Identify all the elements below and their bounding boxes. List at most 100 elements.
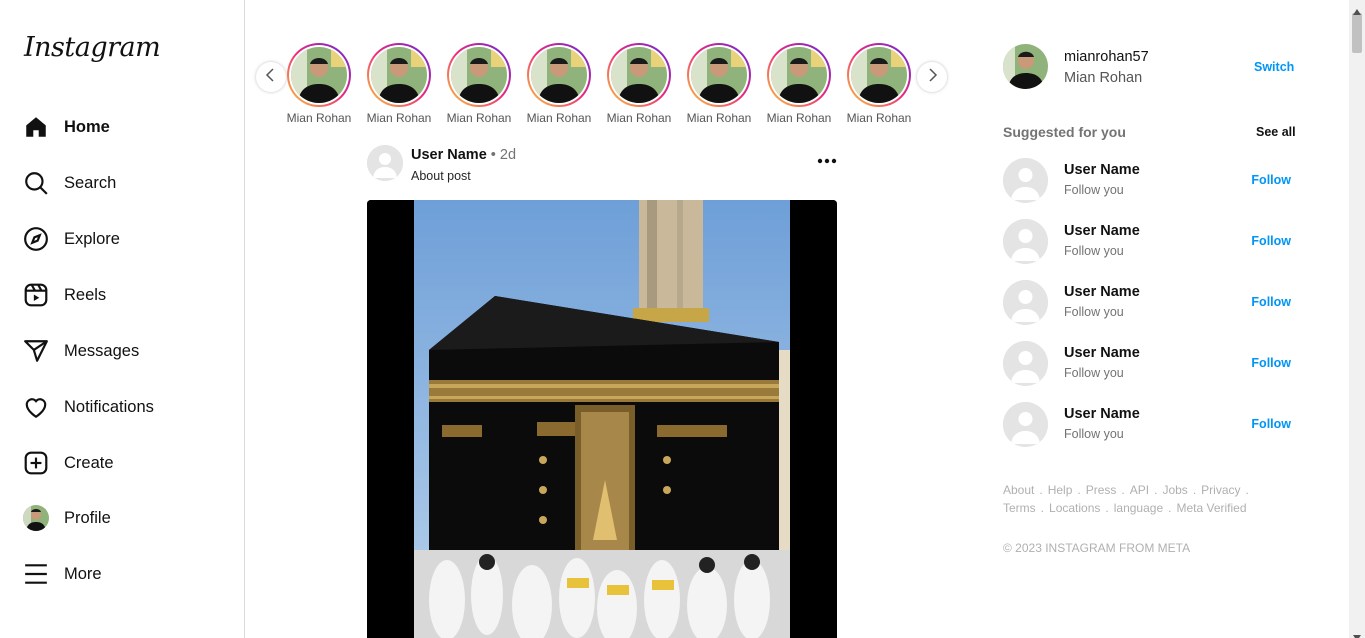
instagram-logo[interactable]: Instagram	[24, 32, 161, 63]
story-avatar	[851, 47, 907, 103]
story-avatar	[371, 47, 427, 103]
home-icon	[22, 113, 50, 141]
page-scrollbar[interactable]	[1349, 0, 1365, 638]
footer-separator: .	[1077, 483, 1081, 497]
story-username: Mian Rohan	[606, 111, 672, 125]
suggestion-subtitle: Follow you	[1064, 183, 1124, 197]
sidebar-item-create[interactable]: Create	[22, 443, 114, 483]
more-horizontal-icon	[817, 158, 837, 175]
story-item[interactable]: Mian Rohan	[686, 43, 752, 125]
follow-button[interactable]: Follow	[1251, 417, 1291, 431]
story-item[interactable]: Mian Rohan	[766, 43, 832, 125]
footer-separator: .	[1039, 483, 1043, 497]
sidebar-item-notifications[interactable]: Notifications	[22, 387, 154, 427]
sidebar-item-label: Reels	[64, 285, 107, 304]
suggestion-avatar[interactable]	[1003, 158, 1048, 203]
stories-next-button[interactable]	[917, 62, 947, 92]
suggestion-username[interactable]: User Name	[1064, 223, 1140, 239]
suggestion-avatar[interactable]	[1003, 219, 1048, 264]
story-username: Mian Rohan	[446, 111, 512, 125]
suggestion-username[interactable]: User Name	[1064, 345, 1140, 361]
footer-link[interactable]: language	[1114, 501, 1163, 515]
story-username: Mian Rohan	[686, 111, 752, 125]
current-user-avatar[interactable]	[1003, 44, 1048, 89]
story-avatar	[531, 47, 587, 103]
story-avatar	[611, 47, 667, 103]
sidebar-item-label: Create	[64, 453, 114, 472]
heart-icon	[22, 393, 50, 421]
story-item[interactable]: Mian Rohan	[526, 43, 592, 125]
footer-separator: .	[1154, 483, 1158, 497]
see-all-button[interactable]: See all	[1256, 125, 1296, 139]
post-time: • 2d	[486, 147, 517, 163]
footer-link[interactable]: Help	[1048, 483, 1073, 497]
story-item[interactable]: Mian Rohan	[846, 43, 912, 125]
story-item[interactable]: Mian Rohan	[286, 43, 352, 125]
footer-link[interactable]: Meta Verified	[1176, 501, 1246, 515]
suggestion-username[interactable]: User Name	[1064, 284, 1140, 300]
story-ring	[447, 43, 511, 107]
story-username: Mian Rohan	[286, 111, 352, 125]
footer-link[interactable]: Privacy	[1201, 483, 1240, 497]
post-username-row[interactable]: User Name • 2d	[411, 147, 516, 163]
current-user-username[interactable]: mianrohan57	[1064, 49, 1149, 65]
follow-button[interactable]: Follow	[1251, 234, 1291, 248]
suggestion-item: User Name Follow you Follow	[1003, 158, 1295, 204]
footer-link[interactable]: Terms	[1003, 501, 1036, 515]
post-image[interactable]	[367, 200, 837, 638]
follow-button[interactable]: Follow	[1251, 356, 1291, 370]
sidebar-item-label: Messages	[64, 341, 140, 360]
sidebar-item-profile[interactable]: Profile	[22, 498, 111, 538]
suggestion-avatar[interactable]	[1003, 280, 1048, 325]
more-options-button[interactable]	[817, 151, 837, 171]
sidebar-item-search[interactable]: Search	[22, 163, 116, 203]
follow-button[interactable]: Follow	[1251, 173, 1291, 187]
story-avatar	[291, 47, 347, 103]
sidebar-item-explore[interactable]: Explore	[22, 219, 120, 259]
story-item[interactable]: Mian Rohan	[366, 43, 432, 125]
sidebar-item-messages[interactable]: Messages	[22, 331, 139, 371]
chevron-right-icon	[926, 67, 938, 87]
footer-link[interactable]: API	[1130, 483, 1149, 497]
story-item[interactable]: Mian Rohan	[446, 43, 512, 125]
post-username[interactable]: User Name	[411, 147, 487, 163]
switch-account-button[interactable]: Switch	[1254, 60, 1294, 74]
story-ring	[607, 43, 671, 107]
sidebar-item-more[interactable]: More	[22, 554, 102, 594]
footer-link[interactable]: Jobs	[1162, 483, 1187, 497]
suggestion-avatar[interactable]	[1003, 402, 1048, 447]
sidebar-item-label: Home	[64, 117, 110, 136]
footer-links: About. Help. Press. API. Jobs. Privacy. Terms.…	[1003, 483, 1249, 515]
suggestions-title: Suggested for you	[1003, 124, 1126, 140]
footer-separator: .	[1192, 483, 1197, 497]
story-ring	[687, 43, 751, 107]
post-avatar[interactable]	[367, 145, 403, 181]
story-item[interactable]: Mian Rohan	[606, 43, 672, 125]
sidebar-item-home[interactable]: Home	[22, 107, 110, 147]
copyright: © 2023 INSTAGRAM FROM META	[1003, 541, 1191, 555]
follow-button[interactable]: Follow	[1251, 295, 1291, 309]
footer-separator: .	[1040, 501, 1045, 515]
suggestion-avatar[interactable]	[1003, 341, 1048, 386]
story-avatar	[451, 47, 507, 103]
scroll-up-icon[interactable]	[1353, 2, 1361, 20]
reels-icon	[22, 281, 50, 309]
story-avatar	[771, 47, 827, 103]
story-username: Mian Rohan	[846, 111, 912, 125]
footer-link[interactable]: Locations	[1049, 501, 1100, 515]
suggestion-subtitle: Follow you	[1064, 244, 1124, 258]
suggestion-subtitle: Follow you	[1064, 366, 1124, 380]
story-username: Mian Rohan	[766, 111, 832, 125]
suggestion-item: User Name Follow you Follow	[1003, 219, 1295, 265]
suggestion-username[interactable]: User Name	[1064, 406, 1140, 422]
post-header: User Name • 2d About post	[367, 143, 837, 188]
footer-link[interactable]: About	[1003, 483, 1034, 497]
sidebar-item-reels[interactable]: Reels	[22, 275, 106, 315]
stories-prev-button[interactable]	[256, 62, 286, 92]
scroll-down-icon[interactable]	[1353, 628, 1361, 638]
footer-link[interactable]: Press	[1086, 483, 1117, 497]
sidebar-item-label: More	[64, 564, 102, 583]
suggestion-username[interactable]: User Name	[1064, 162, 1140, 178]
sidebar-item-label: Search	[64, 173, 117, 192]
suggestion-subtitle: Follow you	[1064, 305, 1124, 319]
